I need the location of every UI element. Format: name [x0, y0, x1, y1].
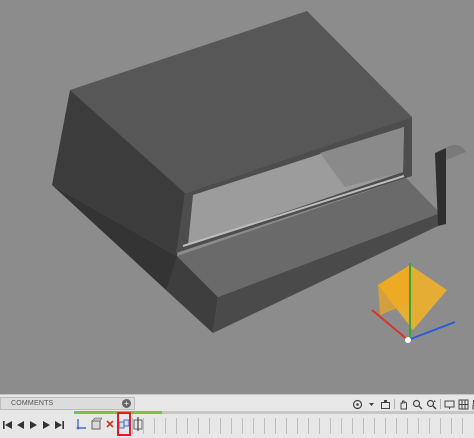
3d-viewport[interactable] — [0, 0, 474, 394]
model-right-lip — [446, 144, 466, 160]
previous-step-icon[interactable] — [15, 419, 26, 431]
timeline-ticks — [132, 418, 472, 434]
orientation-gizmo[interactable] — [371, 263, 456, 343]
comments-label: COMMENTS — [11, 400, 54, 407]
last-step-icon[interactable] — [54, 419, 65, 431]
timeline-marker-highlight[interactable] — [117, 412, 131, 436]
next-step-icon[interactable] — [41, 419, 52, 431]
timeline-playback-controls — [0, 418, 64, 432]
delete-feature-icon[interactable] — [104, 417, 116, 431]
extrude-feature-icon[interactable] — [90, 417, 102, 431]
play-icon[interactable] — [28, 419, 39, 431]
plus-circle-icon[interactable]: + — [122, 399, 131, 408]
design-timeline[interactable] — [74, 408, 474, 437]
sketch-feature-icon[interactable] — [76, 417, 88, 431]
first-step-icon[interactable] — [2, 419, 13, 431]
